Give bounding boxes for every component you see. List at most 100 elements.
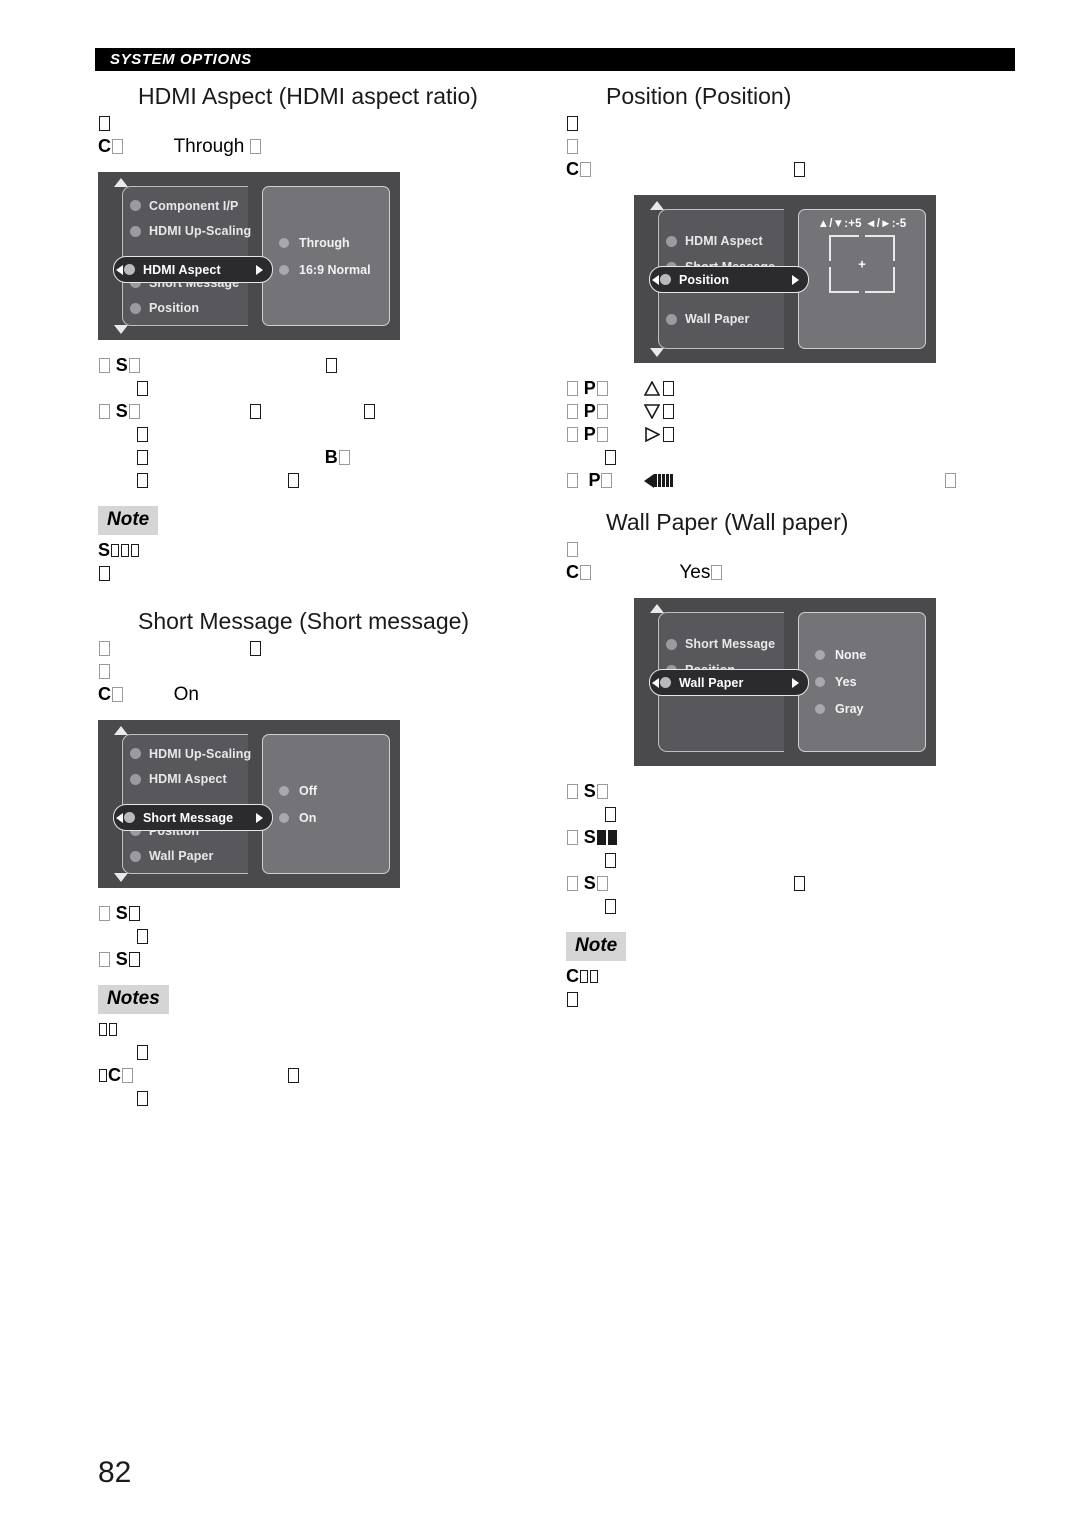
osd-item-label: HDMI Up-Scaling (149, 224, 252, 239)
bullet-icon (279, 264, 289, 275)
osd-item-list: HDMI Aspect Short Message Wall Paper (649, 209, 809, 349)
osd-item-label: Wall Paper (149, 849, 214, 864)
osd-item[interactable]: HDMI Aspect (659, 228, 784, 254)
key-letter: C (98, 136, 111, 156)
scroll-down-icon[interactable] (650, 348, 664, 357)
arrow-right-icon (256, 264, 263, 275)
osd-option-label: None (835, 648, 867, 662)
osd-item-label: HDMI Up-Scaling (149, 746, 252, 761)
osd-item-label: Short Message (143, 810, 234, 825)
osd-item[interactable]: HDMI Up-Scaling (123, 219, 252, 245)
body-line (566, 538, 1018, 561)
bullet-icon (815, 704, 825, 714)
bullet-icon (130, 748, 141, 760)
arrow-right-icon (792, 677, 799, 688)
bullet-line: S (98, 354, 548, 377)
arrow-left-icon (652, 677, 659, 688)
body-line (566, 112, 1018, 135)
osd-item-label: HDMI Aspect (143, 262, 221, 277)
triangle-up-icon (643, 379, 660, 396)
osd-item[interactable]: HDMI Aspect (123, 767, 248, 793)
default-value: Through (173, 136, 245, 157)
osd-option[interactable]: Through (279, 229, 389, 256)
osd-item-label: Short Message (685, 637, 776, 651)
osd-option[interactable]: Yes (815, 669, 925, 696)
scroll-down-icon[interactable] (114, 873, 128, 882)
osd-item[interactable]: Wall Paper (659, 306, 784, 332)
note-badge: Note (98, 506, 159, 535)
bullet-icon (279, 785, 289, 796)
osd-item-label: Wall Paper (685, 312, 750, 326)
bullet-icon (130, 850, 141, 862)
osd-item-list: Component I/P HDMI Up-Scaling Short Mess… (113, 186, 273, 326)
crosshair-center-icon: + (858, 256, 866, 272)
position-readout: ▲/▼:+5 ◄/►:-5 (817, 218, 907, 230)
osd-item[interactable]: HDMI Up-Scaling (123, 741, 252, 767)
osd-item[interactable]: Position (123, 295, 248, 321)
arrow-right-icon (256, 812, 263, 823)
bullet-line: S (566, 826, 1018, 849)
osd-option-panel: Off On (262, 734, 390, 874)
osd-option[interactable]: Gray (815, 696, 925, 723)
bullet-icon (666, 638, 677, 650)
osd-option[interactable]: None (815, 642, 925, 669)
bullet-icon (279, 812, 289, 823)
bullet-line: S (98, 400, 548, 423)
body-line (566, 895, 1018, 918)
osd-item-selected[interactable]: Position (649, 266, 809, 293)
notch-bottom (859, 291, 865, 294)
body-line (98, 637, 548, 660)
osd-option[interactable]: Off (279, 777, 389, 804)
osd-item[interactable]: Wall Paper (123, 843, 248, 869)
bullet-icon (279, 237, 289, 248)
bullet-icon (130, 225, 141, 237)
osd-item[interactable]: Short Message (659, 631, 784, 657)
section-header-label: SYSTEM OPTIONS (110, 51, 252, 68)
body-line (566, 803, 1018, 826)
bullet-line: S (566, 780, 1018, 803)
osd-item-selected[interactable]: HDMI Aspect (113, 256, 273, 283)
bullet-line: P (566, 400, 1018, 423)
bullet-icon (130, 773, 141, 785)
key-letter: C (566, 562, 579, 582)
body-line (98, 377, 548, 400)
note-line (98, 1087, 548, 1110)
body-line (98, 660, 548, 683)
bullet-line: S (98, 902, 548, 925)
osd-item-selected[interactable]: Short Message (113, 804, 273, 831)
osd-menu-short-message[interactable]: HDMI Up-Scaling HDMI Aspect Position Wal… (98, 720, 400, 888)
note-block-hdmi-aspect: Note S (98, 500, 548, 585)
body-line (98, 112, 548, 135)
bullet-icon (124, 812, 135, 823)
arrow-left-icon (116, 812, 123, 823)
default-setting-line: C On (98, 683, 548, 706)
default-value: On (173, 684, 199, 705)
scroll-down-icon[interactable] (114, 325, 128, 334)
body-line (98, 925, 548, 948)
osd-menu-wall-paper[interactable]: Short Message Position Wall Paper (634, 598, 936, 766)
note-line (98, 1018, 548, 1041)
bullet-icon (666, 235, 677, 247)
key-letter: P (583, 401, 596, 421)
triangle-down-icon (643, 402, 660, 420)
page: SYSTEM OPTIONS HDMI Aspect (HDMI aspect … (0, 0, 1080, 1526)
bullet-line: P (566, 423, 1018, 446)
note-line (566, 988, 1018, 1011)
default-setting-line: C Yes (566, 561, 1018, 584)
bullet-icon (130, 200, 141, 212)
osd-menu-hdmi-aspect[interactable]: Component I/P HDMI Up-Scaling Short Mess… (98, 172, 400, 340)
key-letter: S (115, 401, 128, 421)
osd-option[interactable]: 16:9 Normal (279, 256, 389, 283)
osd-item-label: Position (149, 301, 200, 316)
position-crosshair-box[interactable]: + (828, 234, 896, 294)
osd-menu-position[interactable]: HDMI Aspect Short Message Wall Paper (634, 195, 936, 363)
osd-item-selected[interactable]: Wall Paper (649, 669, 809, 696)
bullet-icon (130, 302, 141, 314)
key-letter: C (566, 966, 579, 986)
note-line: C (98, 1064, 548, 1087)
osd-option[interactable]: On (279, 804, 389, 831)
key-letter: S (115, 355, 128, 375)
bullet-icon (660, 274, 671, 285)
osd-item[interactable]: Component I/P (123, 193, 248, 219)
default-setting-line: C (566, 158, 1018, 181)
